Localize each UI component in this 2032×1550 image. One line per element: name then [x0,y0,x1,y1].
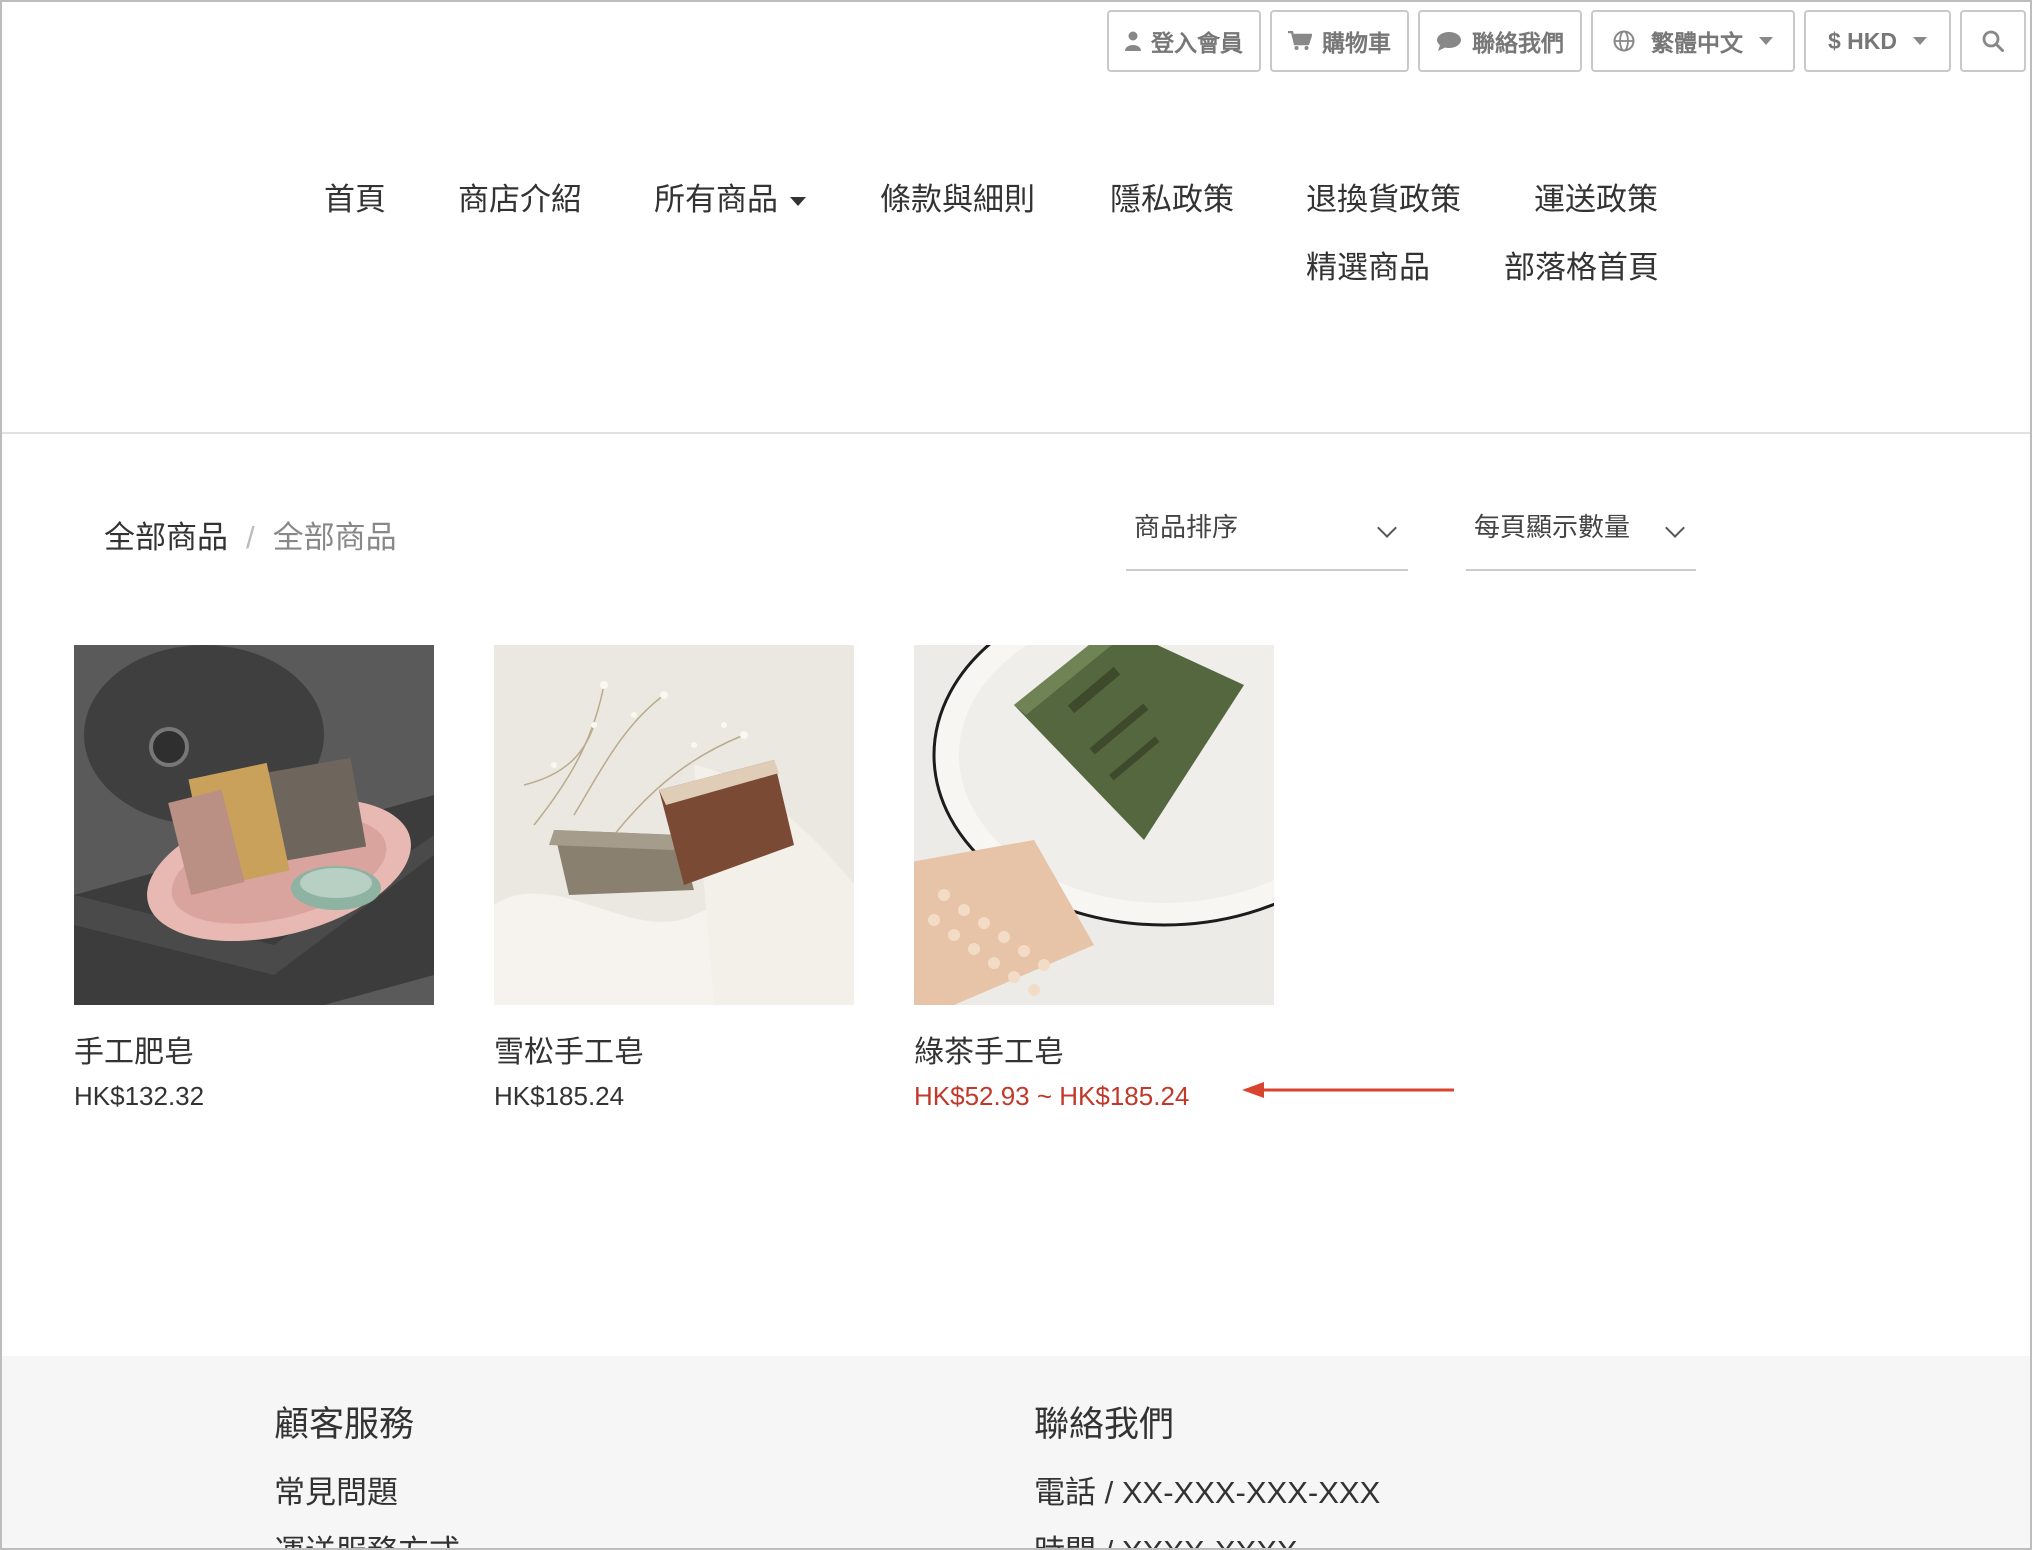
user-icon [1124,31,1141,51]
login-button[interactable]: 登入會員 [1106,10,1261,72]
per-page-select-label: 每頁顯示數量 [1474,512,1631,542]
currency-label: $ HKD [1827,27,1897,54]
nav-terms[interactable]: 條款與細則 [880,174,1035,219]
breadcrumb-current: 全部商品 [272,520,397,555]
top-utility-bar: 登入會員 購物車 聯絡我們 繁體中文 $ HKD [1106,10,2026,72]
product-name[interactable]: 綠茶手工皂 [914,1027,1274,1071]
nav-returns[interactable]: 退換貨政策 [1306,174,1461,219]
product-card[interactable]: 手工肥皂 HK$132.32 [74,645,434,1112]
cart-button[interactable]: 購物車 [1269,10,1409,72]
chevron-down-icon [1758,37,1773,45]
product-image[interactable] [494,645,854,1005]
login-label: 登入會員 [1150,30,1243,56]
breadcrumb-separator: / [246,520,255,555]
browser-frame: 登入會員 購物車 聯絡我們 繁體中文 $ HKD 首頁 商店介紹 所有商品 條款… [0,0,2032,1550]
product-name[interactable]: 手工肥皂 [74,1027,434,1071]
language-dropdown[interactable]: 繁體中文 [1590,10,1795,72]
footer-link-shipping-methods[interactable]: 運送服務方式 [274,1526,460,1548]
footer-contact-column: 聯絡我們 電話 / XX-XXX-XXX-XXX 時間 / XXXX-XXXX [1034,1396,1381,1548]
cart-label: 購物車 [1321,30,1391,56]
sort-select-label: 商品排序 [1134,512,1239,542]
nav-all-products[interactable]: 所有商品 [654,174,806,219]
cart-icon [1287,31,1312,51]
product-card[interactable]: 雪松手工皂 HK$185.24 [494,645,854,1112]
chat-icon [1436,31,1462,51]
nav-featured[interactable]: 精選商品 [1306,242,1430,287]
product-price: HK$185.24 [494,1081,625,1111]
breadcrumb-root[interactable]: 全部商品 [104,520,228,555]
contact-button[interactable]: 聯絡我們 [1417,10,1582,72]
contact-label: 聯絡我們 [1471,30,1564,56]
search-icon [1982,30,2004,52]
chevron-down-icon [1377,518,1397,538]
sort-select[interactable]: 商品排序 [1126,507,1408,571]
chevron-down-icon [1665,518,1685,538]
header-divider [2,432,2030,434]
per-page-select[interactable]: 每頁顯示數量 [1466,507,1696,571]
product-price: HK$52.93 ~ HK$185.24 [914,1081,1190,1111]
chevron-down-icon [1913,37,1927,45]
footer: 顧客服務 常見問題 運送服務方式 聯絡我們 電話 / XX-XXX-XXX-XX… [2,1356,2030,1548]
product-card[interactable]: 綠茶手工皂 HK$52.93 ~ HK$185.24 [914,645,1274,1112]
breadcrumb: 全部商品 / 全部商品 [104,512,397,557]
footer-service-column: 顧客服務 常見問題 運送服務方式 [274,1396,460,1548]
footer-phone: 電話 / XX-XXX-XXX-XXX [1034,1475,1381,1510]
product-image[interactable] [74,645,434,1005]
search-button[interactable] [1960,10,2026,72]
footer-hours: 時間 / XXXX-XXXX [1034,1526,1380,1548]
nav-blog[interactable]: 部落格首頁 [1504,242,1659,287]
currency-dropdown[interactable]: $ HKD [1803,10,1951,72]
product-price: HK$132.32 [74,1081,205,1111]
nav-home[interactable]: 首頁 [324,174,386,219]
caret-down-icon [790,197,806,207]
language-label: 繁體中文 [1650,30,1743,56]
nav-shipping[interactable]: 運送政策 [1534,174,1658,219]
footer-link-faq[interactable]: 常見問題 [274,1467,460,1512]
globe-icon [1613,30,1635,52]
product-name[interactable]: 雪松手工皂 [494,1027,854,1071]
nav-privacy[interactable]: 隱私政策 [1110,174,1234,219]
nav-all-products-label: 所有商品 [654,182,778,217]
footer-service-title: 顧客服務 [274,1405,415,1444]
nav-about[interactable]: 商店介紹 [458,174,582,219]
footer-contact-title: 聯絡我們 [1034,1405,1175,1444]
annotation-arrow-icon [1242,1082,1454,1098]
product-image[interactable] [914,645,1274,1005]
